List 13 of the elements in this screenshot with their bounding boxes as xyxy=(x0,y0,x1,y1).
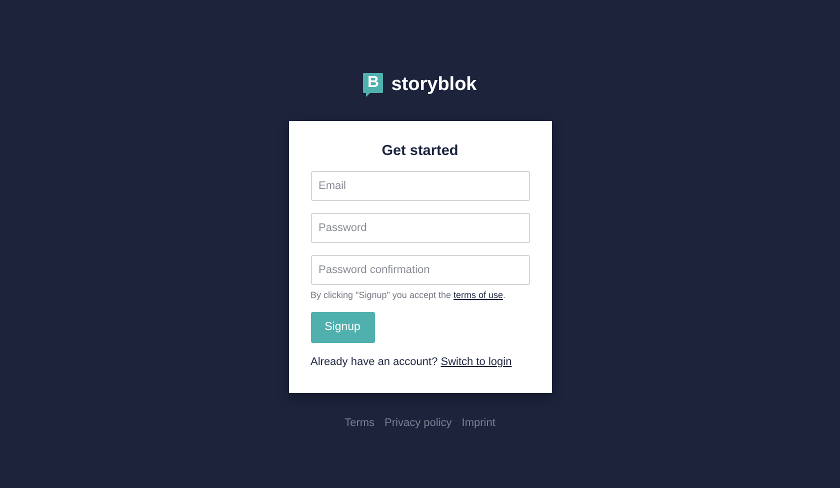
terms-note: By clicking "Signup" you accept the terms of use. xyxy=(310,289,507,302)
input-field[interactable]: Email xyxy=(310,171,530,202)
input-field[interactable]: Password confirmation xyxy=(310,255,530,286)
footer-link[interactable]: Terms xyxy=(344,415,375,432)
login-link[interactable]: Switch to login xyxy=(440,356,512,368)
footer-link[interactable]: Privacy policy xyxy=(384,415,452,432)
login-prompt: Already have an account? Switch to login xyxy=(310,354,513,370)
input-field[interactable]: Password xyxy=(310,213,530,244)
signup-button[interactable]: Signup xyxy=(310,312,374,343)
terms-link[interactable]: terms of use xyxy=(453,290,503,300)
form-title: Get started xyxy=(380,143,460,160)
brand-name: storyblok xyxy=(391,73,477,97)
footer-link[interactable]: Imprint xyxy=(462,415,496,432)
